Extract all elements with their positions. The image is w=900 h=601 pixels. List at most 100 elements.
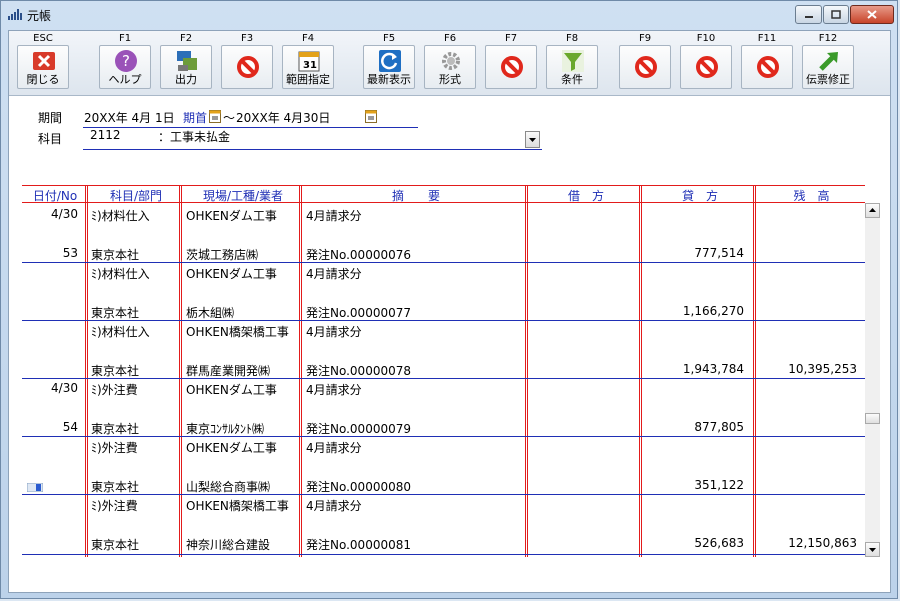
row-order-no: 発注No.00000079 xyxy=(306,422,412,436)
title-bar[interactable]: 元帳 xyxy=(1,1,897,29)
scroll-up-button[interactable] xyxy=(865,203,880,218)
row-no: 53 xyxy=(62,246,78,260)
fkey-f3[interactable]: F3 xyxy=(216,32,278,94)
fkey-label: F3 xyxy=(240,33,254,44)
row-vendor: 茨城工務店㈱ xyxy=(186,248,259,262)
fkey-f4[interactable]: F4 31 範囲指定 xyxy=(277,32,339,94)
f3-disabled-button[interactable] xyxy=(221,45,273,89)
row-selection-marker-icon xyxy=(27,483,43,492)
row-desc: 4月請求分 xyxy=(306,499,362,513)
f10-disabled-button[interactable] xyxy=(680,45,732,89)
calendar-icon[interactable] xyxy=(365,110,377,123)
account-name[interactable]: ：工事未払金 xyxy=(158,128,230,145)
close-window-button[interactable] xyxy=(850,5,894,24)
fkey-f5[interactable]: F5 最新表示 xyxy=(358,32,420,94)
help-button[interactable]: ? ヘルプ xyxy=(99,45,151,89)
fkey-label: F1 xyxy=(118,33,132,44)
refresh-button[interactable]: 最新表示 xyxy=(363,45,415,89)
row-account: ﾐ)外注費 xyxy=(91,441,138,455)
row-balance: 10,395,253 xyxy=(788,362,857,376)
row-site: OHKEN橋架橋工事 xyxy=(186,499,289,513)
fkey-f1[interactable]: F1 ? ヘルプ xyxy=(94,32,156,94)
f11-disabled-button[interactable] xyxy=(741,45,793,89)
period-start-mode[interactable]: 期首 xyxy=(183,109,207,126)
svg-text:31: 31 xyxy=(303,60,317,71)
svg-text:?: ? xyxy=(122,52,130,70)
account-label: 科目 xyxy=(38,132,63,146)
fkey-f2[interactable]: F2 出力 xyxy=(155,32,217,94)
refresh-icon xyxy=(379,50,401,72)
fkey-text: 形式 xyxy=(439,73,461,86)
row-site: OHKENダム工事 xyxy=(186,383,277,397)
row-account: ﾐ)外注費 xyxy=(91,499,138,513)
row-dept: 東京本社 xyxy=(91,480,140,494)
fkey-f6[interactable]: F6 形式 xyxy=(419,32,481,94)
fkey-f7[interactable]: F7 xyxy=(480,32,542,94)
header-balance: 残 高 xyxy=(793,189,830,203)
header-credit: 貸 方 xyxy=(681,189,718,203)
row-order-no: 発注No.00000081 xyxy=(306,538,412,552)
row-order-no: 発注No.00000080 xyxy=(306,480,412,494)
period-underline xyxy=(83,127,418,128)
col-divider xyxy=(639,185,640,557)
row-account: ﾐ)外注費 xyxy=(91,383,138,397)
fkey-text: 最新表示 xyxy=(367,73,411,86)
fkey-f9[interactable]: F9 xyxy=(614,32,676,94)
fkey-f12[interactable]: F12 伝票修正 xyxy=(797,32,859,94)
period-start-field[interactable]: 20XX年 4月 1日 xyxy=(84,109,175,126)
fkey-text: 範囲指定 xyxy=(286,73,330,86)
row-credit: 877,805 xyxy=(694,420,744,434)
header-debit: 借 方 xyxy=(567,189,604,203)
period-end-field[interactable]: 20XX年 4月30日 xyxy=(236,109,330,126)
chevron-up-icon xyxy=(869,208,876,212)
row-credit: 526,683 xyxy=(694,536,744,550)
help-icon: ? xyxy=(115,50,137,72)
row-site: OHKENダム工事 xyxy=(186,209,277,223)
format-button[interactable]: 形式 xyxy=(424,45,476,89)
scroll-thumb[interactable] xyxy=(865,413,880,424)
edit-voucher-button[interactable]: 伝票修正 xyxy=(802,45,854,89)
account-dropdown-button[interactable] xyxy=(525,131,540,148)
calendar-icon[interactable] xyxy=(209,110,221,123)
fkey-label: F8 xyxy=(565,33,579,44)
row-desc: 4月請求分 xyxy=(306,209,362,223)
row-vendor: 山梨総合商事㈱ xyxy=(186,480,271,494)
row-date: 4/30 xyxy=(51,207,78,221)
f9-disabled-button[interactable] xyxy=(619,45,671,89)
row-order-no: 発注No.00000078 xyxy=(306,364,412,378)
maximize-button[interactable] xyxy=(823,5,849,24)
gear-icon xyxy=(442,52,460,70)
prohibited-icon xyxy=(237,56,259,78)
vertical-scrollbar[interactable] xyxy=(865,203,880,557)
row-divider xyxy=(22,378,865,379)
row-order-no: 発注No.00000076 xyxy=(306,248,412,262)
account-underline xyxy=(83,149,542,150)
condition-button[interactable]: 条件 xyxy=(546,45,598,89)
header-account-dept: 科目/部門 xyxy=(109,189,163,203)
row-account: ﾐ)材料仕入 xyxy=(91,267,150,281)
output-button[interactable]: 出力 xyxy=(160,45,212,89)
account-code[interactable]: 2112 xyxy=(90,128,121,142)
row-desc: 4月請求分 xyxy=(306,267,362,281)
fkey-f8[interactable]: F8 条件 xyxy=(541,32,603,94)
function-key-toolbar: ESC 閉じる F1 ? ヘルプ F2 出力 F3 F4 31 範囲指定 F5 … xyxy=(9,31,890,96)
fkey-f10[interactable]: F10 xyxy=(675,32,737,94)
fkey-label: F2 xyxy=(179,33,193,44)
row-account: ﾐ)材料仕入 xyxy=(91,325,150,339)
row-site: OHKENダム工事 xyxy=(186,441,277,455)
fkey-f11[interactable]: F11 xyxy=(736,32,798,94)
row-divider xyxy=(22,554,865,555)
ledger-table-header: 日付/No 科目/部門 現場/工種/業者 摘 要 借 方 貸 方 残 高 xyxy=(22,185,865,203)
row-divider xyxy=(22,320,865,321)
col-divider xyxy=(179,185,180,557)
window-title: 元帳 xyxy=(27,9,52,23)
close-button[interactable]: 閉じる xyxy=(17,45,69,89)
header-description: 摘 要 xyxy=(391,189,440,203)
scroll-down-button[interactable] xyxy=(865,542,880,557)
range-button[interactable]: 31 範囲指定 xyxy=(282,45,334,89)
calendar-icon: 31 xyxy=(298,51,320,72)
minimize-button[interactable] xyxy=(795,5,822,24)
client-area: ESC 閉じる F1 ? ヘルプ F2 出力 F3 F4 31 範囲指定 F5 … xyxy=(8,30,891,593)
fkey-esc[interactable]: ESC 閉じる xyxy=(12,32,74,94)
f7-disabled-button[interactable] xyxy=(485,45,537,89)
